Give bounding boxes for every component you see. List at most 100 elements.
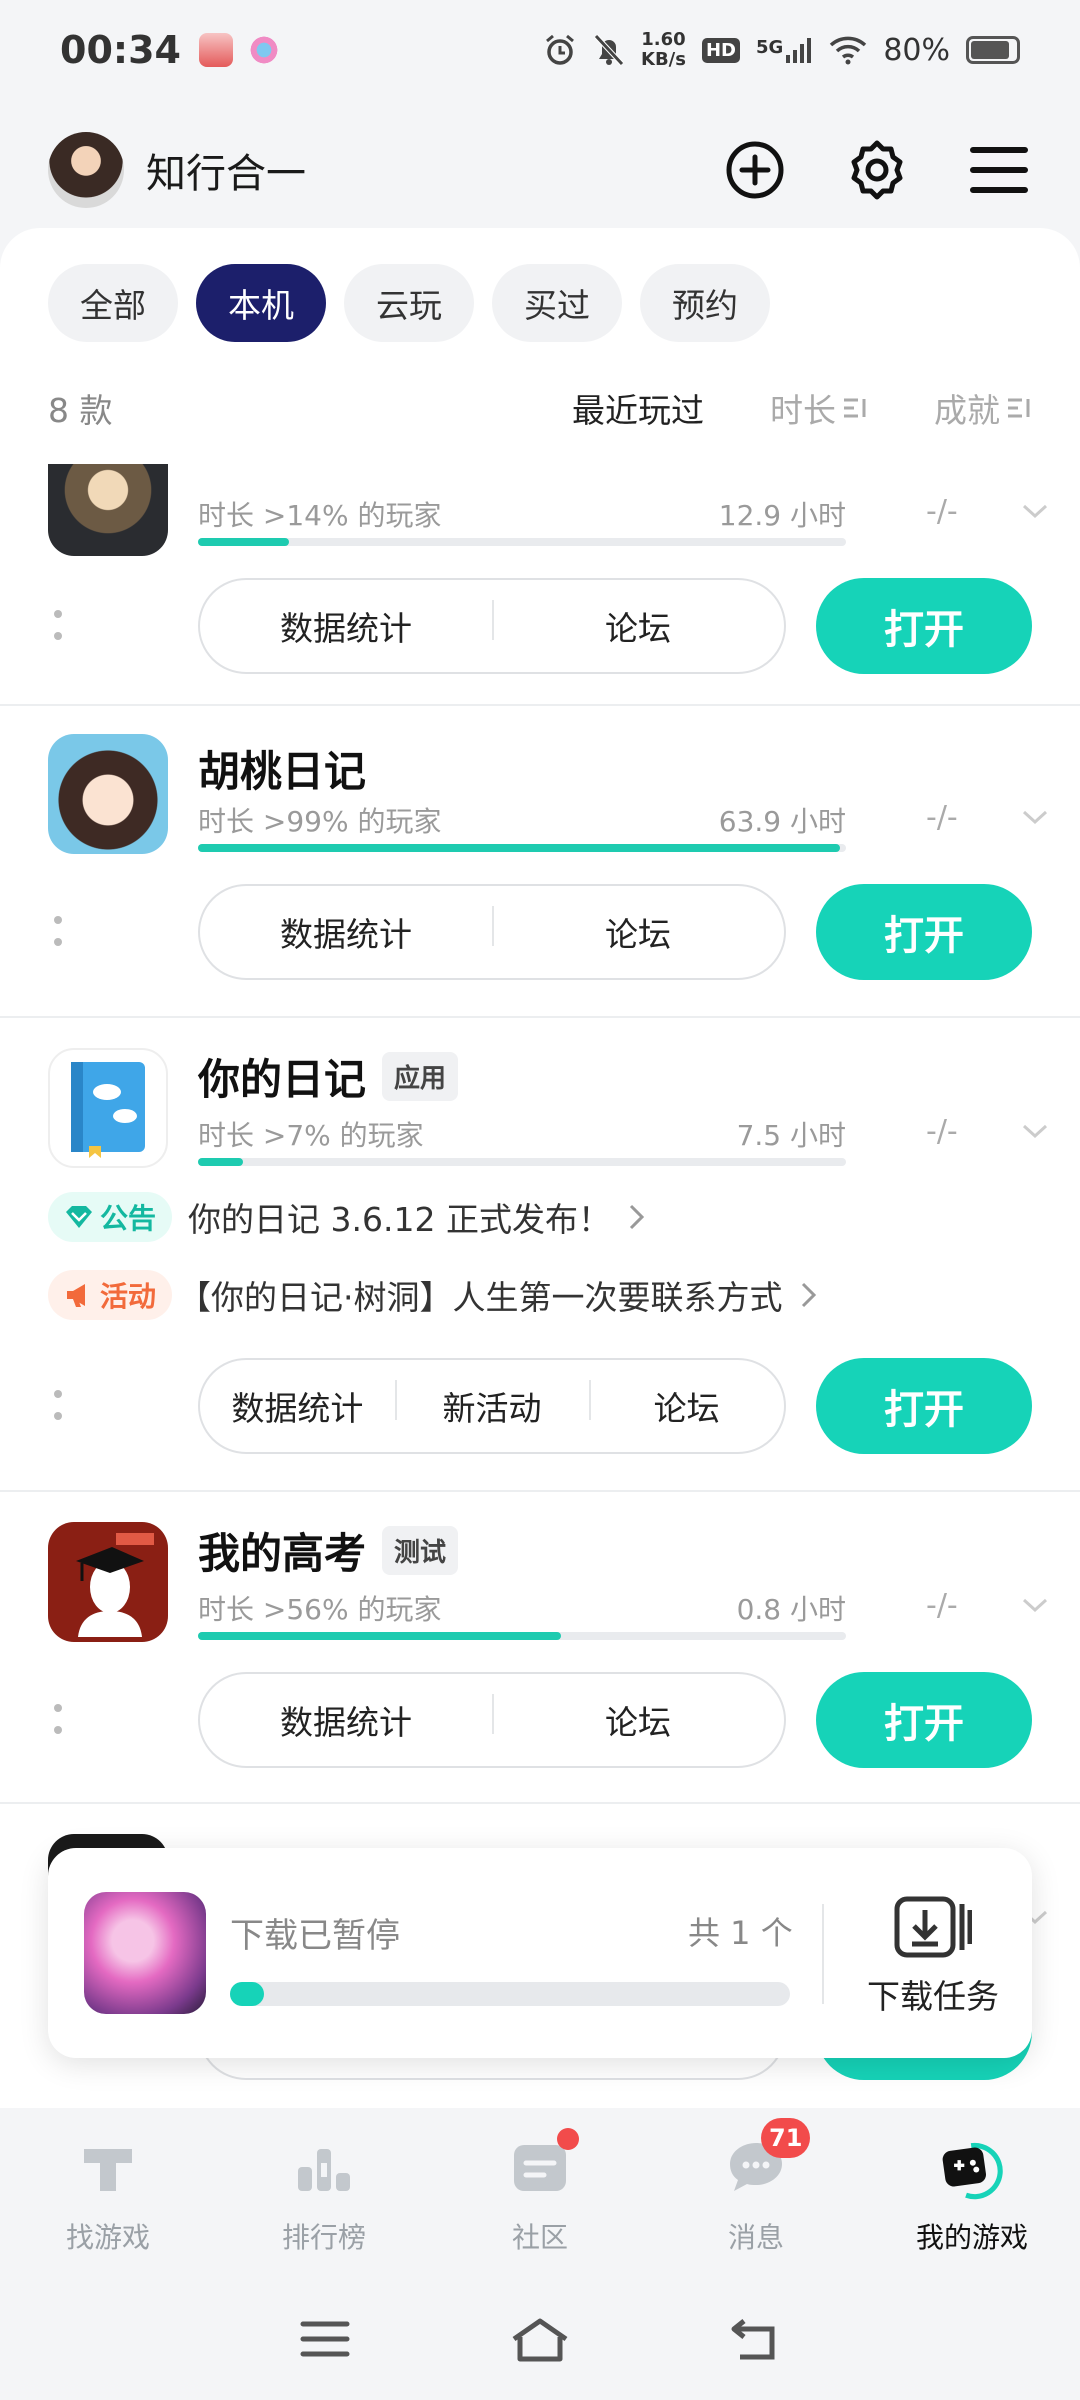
header-actions (722, 137, 1032, 203)
forum-button[interactable]: 论坛 (492, 600, 784, 650)
nav-ranking[interactable]: 排行榜 (216, 2108, 432, 2278)
playtime-bar-fill (198, 1158, 244, 1166)
menu-button[interactable] (966, 137, 1032, 203)
notification-app-icon (198, 33, 233, 67)
playtime-hours: 0.8 小时 (736, 1593, 846, 1626)
playtime-bar (198, 1632, 846, 1640)
download-game-thumbnail (84, 1892, 206, 2014)
playtime-stat: 时长 >7% 的玩家 7.5 小时 (198, 1114, 846, 1154)
data-stats-button[interactable]: 数据统计 (200, 1696, 492, 1744)
net-speed: 1.60 KB/s (641, 30, 686, 70)
nav-my-games[interactable]: 我的游戏 (864, 2108, 1080, 2278)
playtime-bar-fill (198, 538, 289, 546)
nav-community[interactable]: 社区 (432, 2108, 648, 2278)
download-progress-fill (230, 1982, 264, 2006)
tab-local[interactable]: 本机 (196, 264, 326, 342)
wifi-icon (830, 36, 867, 65)
tab-all[interactable]: 全部 (48, 264, 178, 342)
bottom-navigation: 找游戏 排行榜 社区 71 消息 我的游戏 (0, 2108, 1080, 2278)
notification-app-icon (246, 33, 281, 67)
tab-cloud[interactable]: 云玩 (344, 264, 474, 342)
nav-find-game[interactable]: 找游戏 (0, 2108, 216, 2278)
sort-icon (1008, 398, 1030, 418)
game-icon[interactable] (48, 1522, 168, 1642)
game-icon[interactable] (48, 1048, 168, 1168)
game-item: 胡桃日记 时长 >99% 的玩家 63.9 小时 -/- 数据统计 论坛 打开 (0, 706, 1080, 1018)
playtime-bar (198, 1158, 846, 1166)
add-button[interactable] (722, 137, 788, 203)
chevron-down-icon[interactable] (1020, 496, 1050, 526)
game-item: 时长 >14% 的玩家 12.9 小时 -/- 数据统计 论坛 打开 (0, 464, 1080, 706)
forum-button[interactable]: 论坛 (492, 1694, 784, 1744)
open-button[interactable]: 打开 (816, 1672, 1032, 1768)
playtime-stat: 时长 >99% 的玩家 63.9 小时 (198, 800, 846, 840)
sort-recent[interactable]: 最近玩过 (572, 384, 704, 432)
open-button[interactable]: 打开 (816, 578, 1032, 674)
status-bar: 00:34 1.60 KB/s HD 5G 80% (0, 0, 1080, 100)
gear-icon (851, 140, 903, 200)
game-name[interactable]: 我的高考 测试 (198, 1520, 459, 1581)
game-icon[interactable] (48, 464, 168, 556)
community-unread-dot (557, 2128, 579, 2150)
game-name-text: 胡桃日记 (198, 747, 367, 796)
game-name[interactable]: 你的日记 应用 (198, 1046, 459, 1107)
download-tasks-button[interactable]: 下载任务 (838, 1872, 1028, 2042)
playtime-bar (198, 538, 846, 546)
nav-message[interactable]: 71 消息 (648, 2108, 864, 2278)
app-tag: 应用 (382, 1052, 459, 1101)
chevron-down-icon[interactable] (1020, 1590, 1050, 1620)
activity-label: 活动 (100, 1280, 157, 1313)
game-name[interactable]: 胡桃日记 (198, 738, 366, 799)
forum-button[interactable]: 论坛 (492, 906, 784, 956)
home-icon[interactable] (510, 2315, 570, 2363)
system-navigation-bar (0, 2278, 1080, 2400)
tab-purchased[interactable]: 买过 (492, 264, 622, 342)
chevron-right-icon (629, 1204, 645, 1230)
diary-book-icon (71, 1062, 145, 1158)
sort-duration[interactable]: 时长 (770, 384, 868, 432)
settings-button[interactable] (844, 137, 910, 203)
recent-apps-icon[interactable] (300, 2319, 350, 2359)
plus-circle-icon (726, 141, 784, 199)
open-button[interactable]: 打开 (816, 1358, 1032, 1454)
my-games-panel: 全部 本机 云玩 买过 预约 8 款 最近玩过 时长 成就 时长 >14% 的玩… (0, 228, 1080, 2108)
tab-reserved[interactable]: 预约 (640, 264, 770, 342)
net-speed-unit: KB/s (641, 49, 686, 70)
playtime-bar-fill (198, 844, 840, 852)
alarm-icon (546, 34, 574, 65)
forum-button[interactable]: 论坛 (589, 1380, 784, 1430)
message-icon: 71 (721, 2118, 811, 2202)
avatar[interactable] (48, 132, 124, 208)
back-icon[interactable] (730, 2317, 780, 2361)
data-stats-button[interactable]: 数据统计 (200, 602, 492, 650)
playtime-hours: 7.5 小时 (736, 1119, 846, 1152)
more-options-button[interactable] (52, 610, 64, 640)
activity-row[interactable]: 活动 【你的日记·树洞】人生第一次要联系方式 (48, 1270, 819, 1320)
playtime-rank: 时长 >56% 的玩家 (198, 1593, 442, 1626)
nav-label: 我的游戏 (915, 2221, 1028, 2254)
more-options-button[interactable] (52, 916, 64, 946)
playtime-stat: 时长 >56% 的玩家 0.8 小时 (198, 1588, 846, 1628)
download-status-card[interactable]: 下载已暂停 共 1 个 下载任务 (48, 1848, 1032, 2058)
game-icon[interactable] (48, 734, 168, 854)
sort-options: 最近玩过 时长 成就 (572, 384, 1032, 432)
data-stats-button[interactable]: 数据统计 (200, 1382, 395, 1430)
status-right: 1.60 KB/s HD 5G 80% (543, 30, 1020, 70)
signal-icon (786, 38, 812, 63)
username[interactable]: 知行合一 (146, 141, 306, 199)
data-stats-button[interactable]: 数据统计 (200, 908, 492, 956)
profile-header: 知行合一 (0, 110, 1080, 230)
new-activity-button[interactable]: 新活动 (394, 1380, 590, 1430)
more-options-button[interactable] (52, 1704, 64, 1734)
achievement-value: -/- (926, 1114, 958, 1149)
more-options-button[interactable] (52, 1390, 64, 1420)
activity-badge: 活动 (48, 1270, 173, 1320)
net-speed-value: 1.60 (641, 29, 686, 50)
sort-achievement[interactable]: 成就 (934, 384, 1032, 432)
chevron-down-icon[interactable] (1020, 1116, 1050, 1146)
chevron-down-icon[interactable] (1020, 802, 1050, 832)
graduation-head-icon (76, 1533, 154, 1637)
open-button[interactable]: 打开 (816, 884, 1032, 980)
divider (822, 1904, 824, 2004)
announcement-row[interactable]: 公告 你的日记 3.6.12 正式发布！ (48, 1192, 647, 1242)
